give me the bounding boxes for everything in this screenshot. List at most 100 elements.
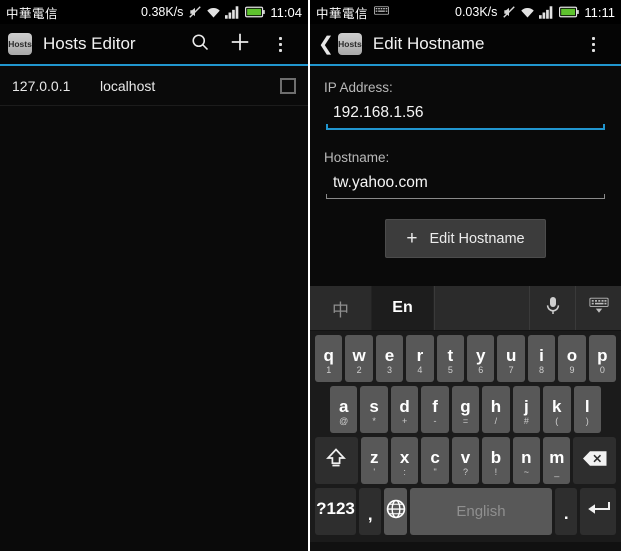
overflow-menu-button[interactable] [260,23,300,65]
key-q[interactable]: q1 [315,335,343,382]
key-t[interactable]: t5 [436,335,465,382]
key-g[interactable]: g = [451,386,480,433]
key-y[interactable]: y6 [467,335,495,382]
voice-input-button[interactable] [529,286,575,330]
key-r[interactable]: r4 [406,335,434,382]
keyboard-row-3: z ' x: c " v? b! n ~ m _ [312,437,619,484]
key-w[interactable]: w2 [345,335,373,382]
key-c[interactable]: c " [421,437,449,484]
battery-icon [559,6,580,18]
ip-address-field-wrap [324,102,607,130]
key-d[interactable]: d + [390,386,419,433]
language-chinese-button[interactable]: 中 [310,286,372,330]
plus-icon: + [406,228,418,249]
search-icon [190,32,210,57]
host-enabled-checkbox[interactable] [280,77,296,94]
table-row[interactable]: 127.0.0.1 localhost [0,66,308,106]
plus-icon [229,31,251,58]
signal-icon [225,5,241,19]
soft-keyboard: 中 En q 1 w 2 e 3 r 4 t 5 y 6 u 7 i 8 o 9… [310,286,621,551]
clock-label: 11:11 [584,4,615,20]
key-f[interactable]: f- [421,386,449,433]
key-l[interactable]: l) [573,386,601,433]
battery-icon [245,6,266,18]
left-app-bar: Hosts Hosts Editor [0,24,308,66]
mute-icon [188,5,202,19]
edit-hostname-button[interactable]: + Edit Hostname [385,219,546,258]
ip-address-label: IP Address: [324,80,393,95]
shift-icon [324,446,348,475]
key-s[interactable]: s * [360,386,388,433]
hosts-list: 127.0.0.1 localhost [0,66,308,549]
overflow-menu-icon [591,36,595,52]
space-key[interactable]: English [409,488,553,535]
mute-icon [502,5,516,19]
host-hostname: localhost [100,77,156,94]
overflow-menu-button[interactable] [573,23,613,65]
wifi-icon [206,6,221,19]
carrier-label: 中華電信 [6,6,59,21]
right-phone-screen: 中華電信 0.03K/s 11:11 ❮ Hosts Edit Hostname… [310,0,621,551]
language-english-button[interactable]: En [372,286,434,330]
ip-address-input[interactable] [326,102,605,128]
keyboard-toolbar: 中 En [310,286,621,331]
page-title: Edit Hostname [372,34,485,53]
enter-key[interactable] [580,488,617,535]
add-host-button[interactable] [220,23,260,65]
edit-hostname-button-label: Edit Hostname [429,230,525,247]
key-o[interactable]: o9 [558,335,586,382]
backspace-icon [582,450,608,472]
backspace-key[interactable] [573,437,616,484]
network-rate-label: 0.38K/s [141,5,184,19]
page-title: Hosts Editor [43,34,136,53]
right-app-bar: ❮ Hosts Edit Hostname [310,24,621,66]
keyboard-rows: q1 w2 e3 r4 t5 y6 u7 i8 o9 p0 a @ s * d + f… [310,331,621,542]
key-j[interactable]: j # [512,386,541,433]
edit-hostname-form: IP Address: Hostname: + Edit Hostname [310,66,621,258]
key-e[interactable]: e3 [375,335,404,382]
key-m[interactable]: m _ [543,437,571,484]
keyboard-row-2: a @ s * d + f- g = h / j # k( l) [312,386,619,433]
submit-row: + Edit Hostname [324,219,607,258]
shift-key[interactable] [315,437,358,484]
key-v[interactable]: v? [451,437,480,484]
key-x[interactable]: x: [390,437,419,484]
keyboard-indicator-icon [374,6,390,18]
search-button[interactable] [180,23,220,65]
key-n[interactable]: n ~ [512,437,541,484]
left-phone-screen: 中華電信 0.38K/s 11:04 Hosts Hosts Editor 12… [0,0,308,551]
key-b[interactable]: b! [482,437,510,484]
host-ip: 127.0.0.1 [12,77,71,94]
left-status-bar: 中華電信 0.38K/s 11:04 [0,0,308,24]
hostname-field-wrap [324,172,607,199]
ip-address-underline [326,124,605,130]
app-icon: Hosts [337,33,362,55]
keyboard-bottom-bar [310,542,621,551]
key-k[interactable]: k( [543,386,571,433]
signal-icon [539,5,555,19]
period-key[interactable]: . [555,488,578,535]
language-switch-key[interactable] [384,488,407,535]
key-z[interactable]: z ' [360,437,388,484]
app-icon: Hosts [8,33,32,55]
hostname-label: Hostname: [324,150,390,165]
hostname-input[interactable] [326,172,605,198]
overflow-menu-icon [278,36,282,52]
keyboard-row-4: ?123 , English . [312,488,619,535]
hide-keyboard-button[interactable] [575,286,621,330]
key-a[interactable]: a @ [330,386,358,433]
toolbar-spacer [434,286,529,330]
right-status-bar: 中華電信 0.03K/s 11:11 [310,0,621,24]
comma-key[interactable]: , [359,488,382,535]
key-h[interactable]: h / [482,386,510,433]
back-chevron-icon[interactable]: ❮ [318,35,334,54]
dual-screenshot: 中華電信 0.38K/s 11:04 Hosts Hosts Editor 12… [0,0,621,551]
keyboard-row-1: q1 w2 e3 r4 t5 y6 u7 i8 o9 p0 [312,335,619,382]
key-p[interactable]: p0 [588,335,617,382]
hide-keyboard-icon [588,297,609,319]
key-i[interactable]: i8 [527,335,556,382]
wifi-icon [520,6,535,19]
hostname-underline [326,194,605,199]
symbols-key[interactable]: ?123 [315,488,357,535]
key-u[interactable]: u7 [497,335,525,382]
